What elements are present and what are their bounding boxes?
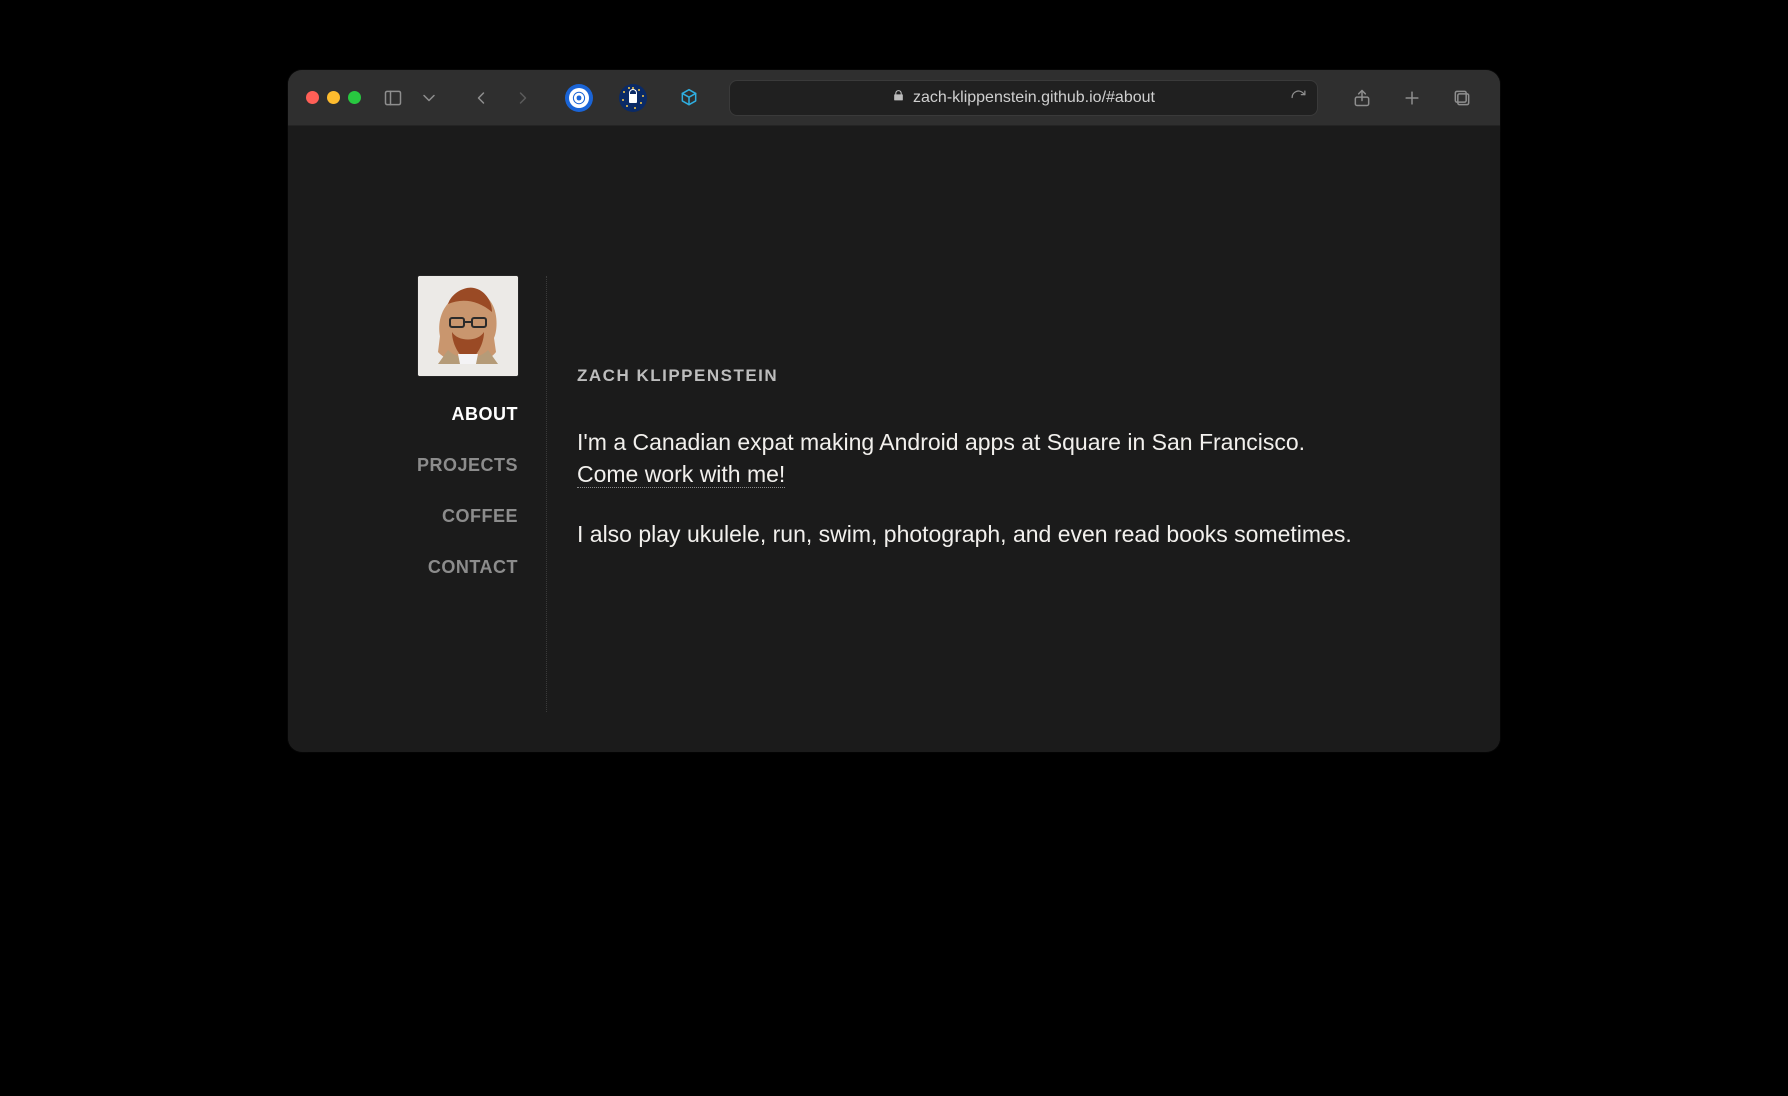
bio-paragraph-1: I'm a Canadian expat making Android apps… [577,426,1357,490]
about-section: ZACH KLIPPENSTEIN I'm a Canadian expat m… [547,276,1370,712]
work-with-me-link[interactable]: Come work with me! [577,461,785,488]
bio-paragraph-2: I also play ukulele, run, swim, photogra… [577,518,1357,550]
share-button[interactable] [1346,82,1378,114]
tab-group-menu-button[interactable] [419,82,439,114]
bio-text: I'm a Canadian expat making Android apps… [577,429,1305,455]
back-button[interactable] [465,82,497,114]
nav-coffee[interactable]: COFFEE [442,506,518,527]
tab-overview-button[interactable] [1446,82,1478,114]
sidebar-toggle-button[interactable] [377,82,409,114]
page-content: ABOUT PROJECTS COFFEE CONTACT ZACH KLIPP… [288,126,1500,752]
window-controls [306,91,361,104]
reload-button[interactable] [1290,81,1307,115]
site-sidebar: ABOUT PROJECTS COFFEE CONTACT [418,276,547,712]
browser-toolbar: ⦿ [288,70,1500,126]
nav-about[interactable]: ABOUT [452,404,519,425]
close-window-button[interactable] [306,91,319,104]
nav-projects[interactable]: PROJECTS [417,455,518,476]
section-heading: ZACH KLIPPENSTEIN [577,366,1370,386]
safari-window: ⦿ [288,70,1500,752]
new-tab-button[interactable] [1396,82,1428,114]
minimize-window-button[interactable] [327,91,340,104]
site-nav: ABOUT PROJECTS COFFEE CONTACT [417,404,518,578]
nav-contact[interactable]: CONTACT [428,557,518,578]
extension-1password-icon[interactable]: ⦿ [565,84,593,112]
address-url: zach-klippenstein.github.io/#about [913,89,1155,107]
maximize-window-button[interactable] [348,91,361,104]
forward-button[interactable] [507,82,539,114]
extension-privacy-icon[interactable] [619,84,647,112]
address-bar[interactable]: zach-klippenstein.github.io/#about [729,80,1318,116]
avatar [418,276,518,376]
lock-icon [892,89,905,107]
extension-devtools-icon[interactable] [673,82,705,114]
